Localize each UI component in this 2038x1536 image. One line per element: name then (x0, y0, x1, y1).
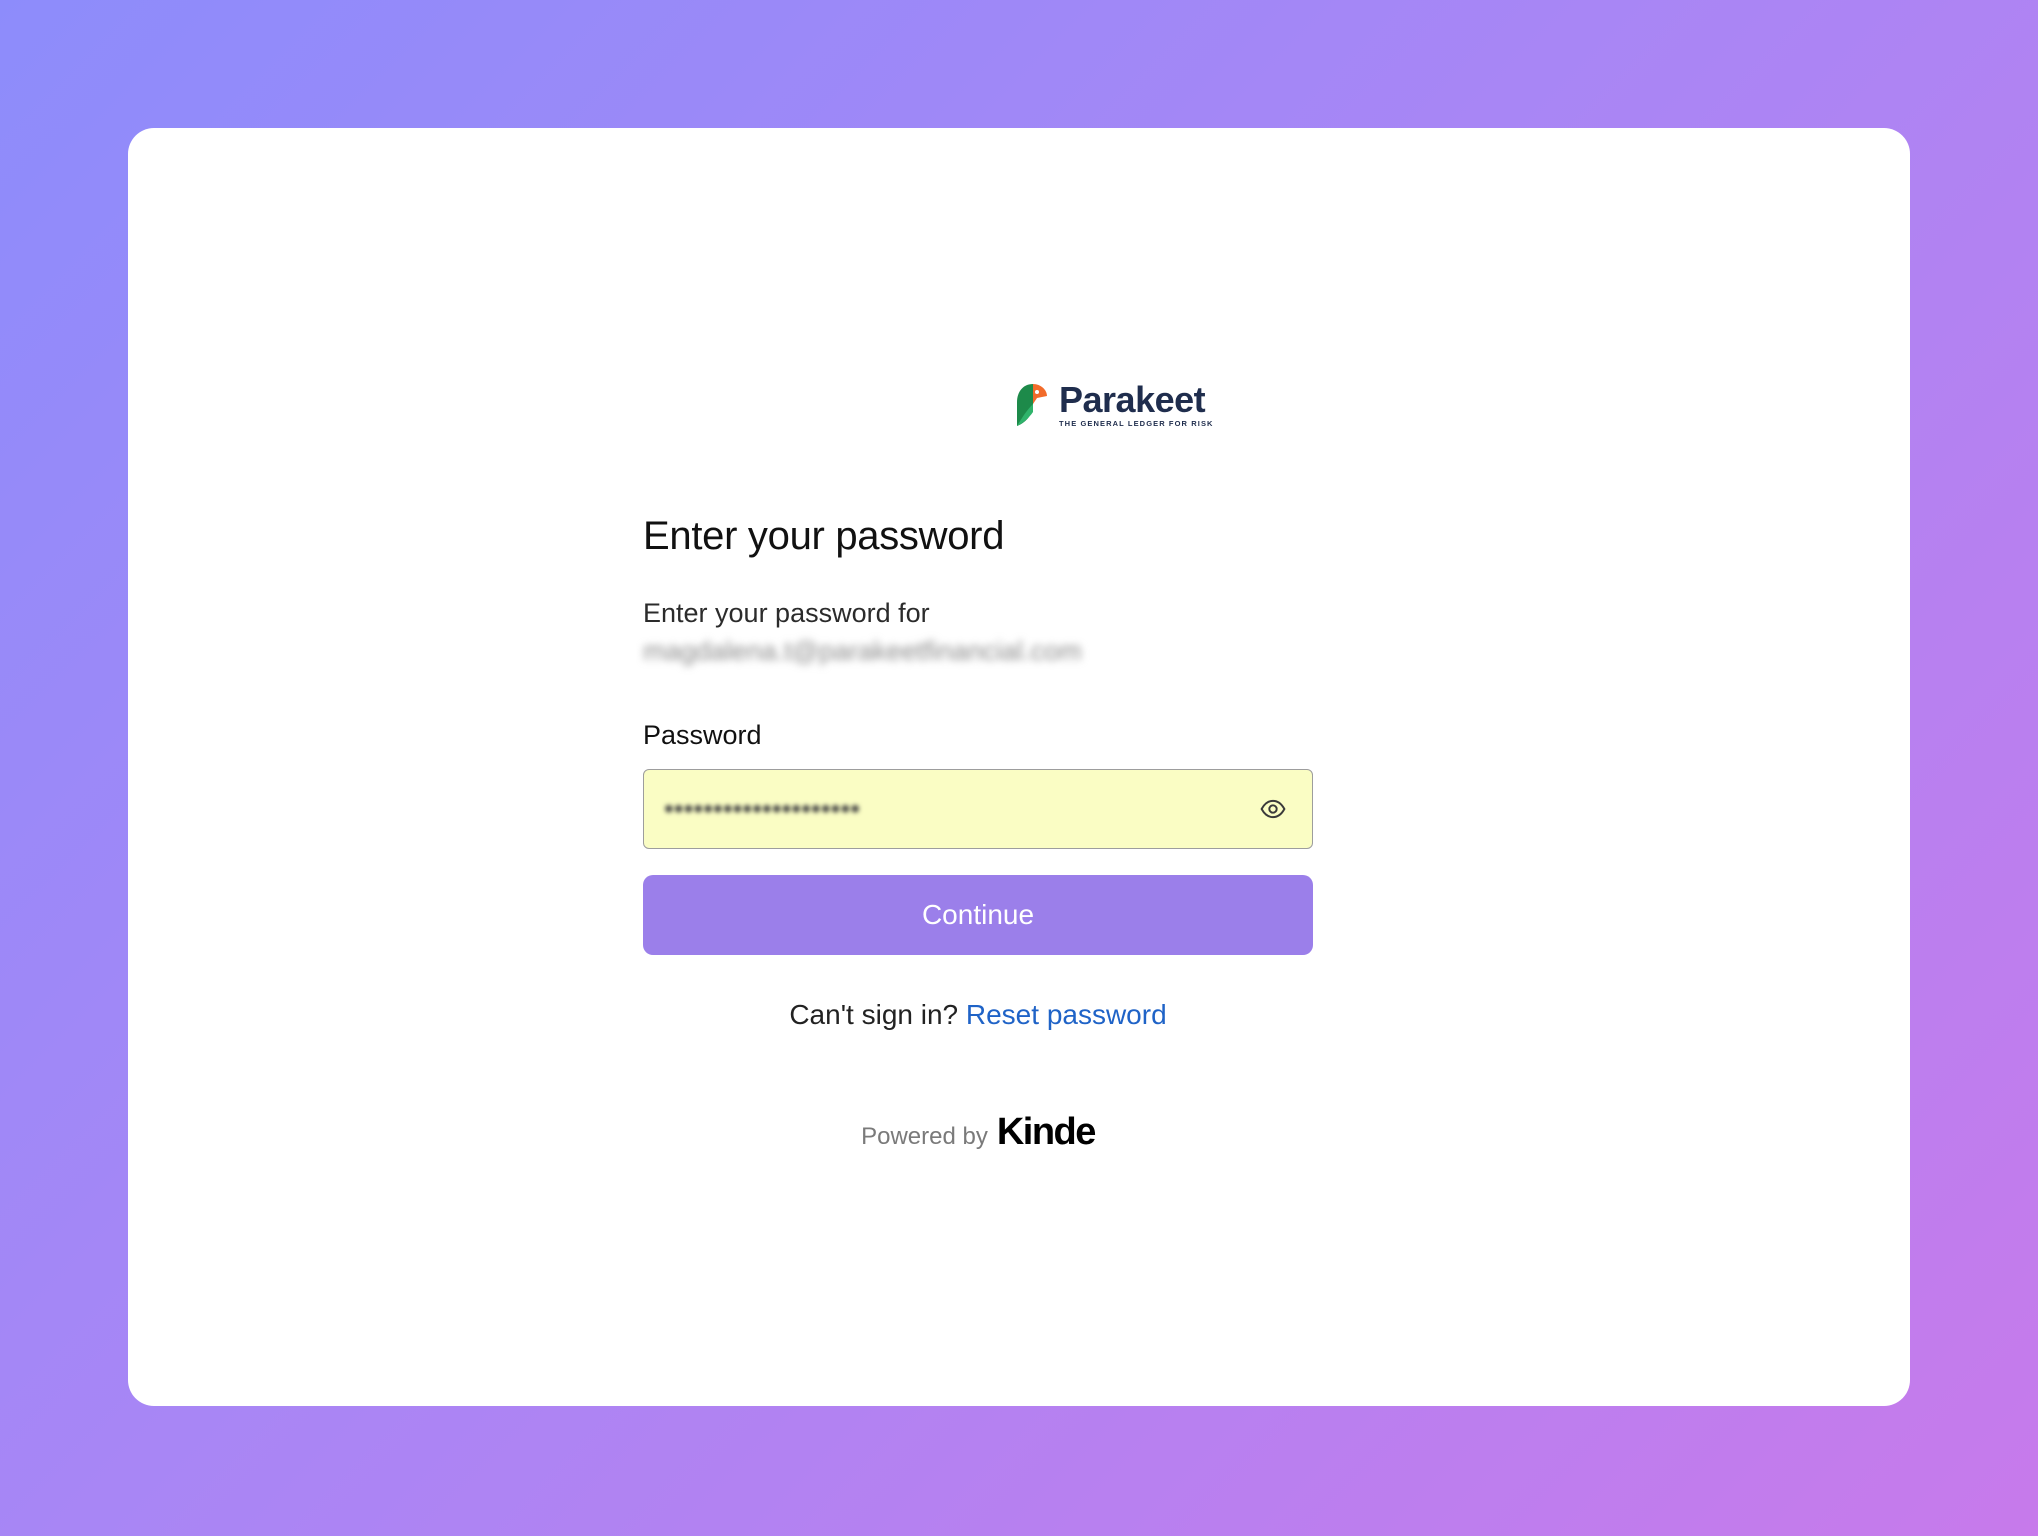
powered-by: Powered by Kinde (643, 1111, 1313, 1154)
password-input[interactable] (664, 770, 1224, 847)
page-subtext: Enter your password for (643, 598, 930, 628)
parakeet-logo: Parakeet THE GENERAL LEDGER FOR RISK (1013, 381, 1214, 428)
page-title: Enter your password (643, 514, 1005, 558)
kinde-logo[interactable]: Kinde (997, 1111, 1097, 1154)
login-card: Parakeet THE GENERAL LEDGER FOR RISK Ent… (128, 128, 1910, 1406)
reset-password-link[interactable]: Reset password (966, 999, 1167, 1030)
powered-by-label: Powered by (861, 1123, 988, 1150)
eye-icon[interactable] (1260, 796, 1286, 822)
user-email: magdalena.t@parakeetfinancial.com (643, 636, 1082, 666)
password-label: Password (643, 720, 762, 750)
parakeet-bird-icon (1017, 383, 1047, 426)
help-prompt: Can't sign in? (789, 999, 959, 1030)
brand-tagline: THE GENERAL LEDGER FOR RISK (1059, 419, 1214, 428)
help-text: Can't sign in? Reset password (643, 999, 1313, 1031)
brand-name: Parakeet (1059, 379, 1206, 420)
password-field (643, 769, 1313, 849)
continue-button[interactable]: Continue (643, 875, 1313, 955)
